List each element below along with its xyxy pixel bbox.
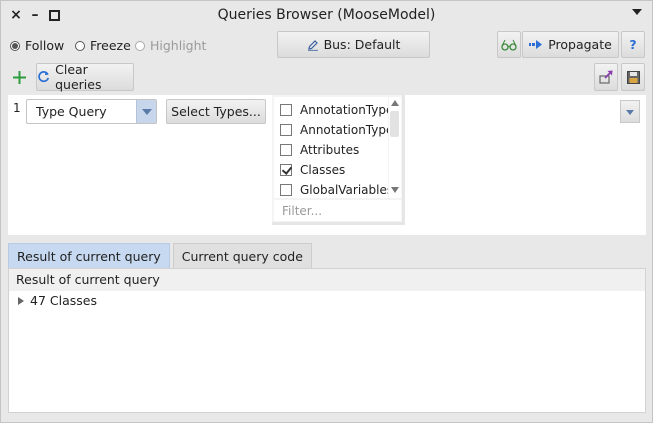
tree-row-label: 47 Classes bbox=[30, 293, 97, 308]
tree-row[interactable]: 47 Classes bbox=[18, 293, 97, 308]
expand-triangle-icon[interactable] bbox=[18, 296, 24, 305]
clear-queries-button[interactable]: Clear queries bbox=[36, 62, 134, 92]
tab-result[interactable]: Result of current query bbox=[8, 243, 170, 268]
result-tabs: Result of current query Current query co… bbox=[8, 243, 312, 268]
type-item[interactable]: AnnotationType bbox=[280, 120, 388, 140]
scrollbar-thumb[interactable] bbox=[390, 111, 399, 137]
help-icon: ? bbox=[629, 37, 637, 52]
select-types-button[interactable]: Select Types... bbox=[166, 99, 266, 124]
propagate-button[interactable]: Propagate bbox=[522, 31, 619, 58]
glasses-icon bbox=[501, 39, 517, 51]
pencil-icon bbox=[307, 39, 318, 51]
follow-mode-radio[interactable]: Follow bbox=[10, 38, 64, 53]
scroll-down-icon[interactable] bbox=[391, 187, 399, 193]
type-item[interactable]: Classes bbox=[280, 160, 345, 180]
add-query-button[interactable] bbox=[7, 63, 31, 91]
window-menu-chevron-down-icon[interactable] bbox=[632, 9, 642, 15]
type-item[interactable]: AnnotationType bbox=[280, 100, 388, 120]
plus-icon bbox=[12, 70, 26, 84]
query-type-dropdown[interactable]: Type Query bbox=[26, 99, 157, 124]
scroll-up-icon[interactable] bbox=[391, 100, 399, 106]
chevron-down-icon bbox=[136, 100, 156, 123]
query-type-value: Type Query bbox=[36, 104, 107, 119]
type-item[interactable]: GlobalVariables bbox=[280, 180, 388, 198]
bus-button[interactable]: Bus: Default bbox=[277, 31, 430, 58]
tab-query-code[interactable]: Current query code bbox=[172, 243, 312, 268]
query-options-dropdown[interactable] bbox=[620, 100, 640, 123]
refresh-icon bbox=[38, 71, 50, 83]
save-icon bbox=[626, 70, 640, 84]
result-column-header: Result of current query bbox=[9, 269, 645, 291]
types-scrollbar[interactable] bbox=[389, 97, 401, 198]
freeze-mode-label: Freeze bbox=[90, 38, 131, 53]
main-toolbar: Follow Freeze Highlight Bus: Default Pro… bbox=[1, 31, 652, 61]
checkbox-checked-icon[interactable] bbox=[280, 164, 292, 176]
type-item-label: GlobalVariables bbox=[300, 183, 388, 197]
type-item-label: AnnotationType bbox=[300, 103, 388, 117]
highlight-mode-radio[interactable]: Highlight bbox=[135, 38, 206, 53]
highlight-mode-label: Highlight bbox=[150, 38, 207, 53]
type-item-label: AnnotationType bbox=[300, 123, 388, 137]
follow-mode-label: Follow bbox=[25, 38, 65, 53]
save-button[interactable] bbox=[621, 63, 645, 91]
types-list: AnnotationType AnnotationType Attributes… bbox=[274, 97, 388, 198]
query-line-number: 1 bbox=[13, 101, 21, 115]
freeze-mode-radio[interactable]: Freeze bbox=[75, 38, 131, 53]
select-types-label: Select Types... bbox=[171, 104, 261, 119]
checkbox-unchecked-icon[interactable] bbox=[280, 104, 292, 116]
types-selection-popup: AnnotationType AnnotationType Attributes… bbox=[272, 95, 405, 225]
types-filter-input[interactable] bbox=[274, 200, 401, 221]
window-title: Queries Browser (MooseModel) bbox=[217, 7, 436, 23]
type-item[interactable]: Attributes bbox=[280, 140, 359, 160]
clear-queries-label: Clear queries bbox=[55, 62, 102, 92]
propagate-arrow-icon bbox=[529, 40, 543, 49]
help-button[interactable]: ? bbox=[621, 31, 645, 58]
export-icon bbox=[598, 70, 613, 84]
glasses-button[interactable] bbox=[497, 31, 521, 58]
radio-unselected-icon bbox=[75, 40, 85, 51]
radio-selected-icon bbox=[10, 40, 20, 51]
title-bar: × – Queries Browser (MooseModel) bbox=[1, 1, 652, 31]
query-actions-toolbar: Clear queries bbox=[1, 62, 652, 93]
type-item-label: Attributes bbox=[300, 143, 360, 157]
type-item-label: Classes bbox=[300, 163, 346, 177]
query-editor-panel: 1 Type Query Select Types... AnnotationT… bbox=[8, 95, 646, 235]
result-panel: Result of current query 47 Classes bbox=[8, 268, 646, 413]
propagate-label: Propagate bbox=[548, 37, 612, 52]
radio-unselected-icon bbox=[135, 40, 145, 51]
export-button[interactable] bbox=[594, 63, 618, 91]
queries-browser-window: × – Queries Browser (MooseModel) Follow … bbox=[0, 0, 653, 423]
checkbox-unchecked-icon[interactable] bbox=[280, 144, 292, 156]
checkbox-unchecked-icon[interactable] bbox=[280, 184, 292, 196]
checkbox-unchecked-icon[interactable] bbox=[280, 124, 292, 136]
tab-query-code-label: Current query code bbox=[181, 248, 303, 264]
bus-label: Bus: Default bbox=[323, 37, 401, 52]
tab-result-label: Result of current query bbox=[17, 248, 161, 264]
